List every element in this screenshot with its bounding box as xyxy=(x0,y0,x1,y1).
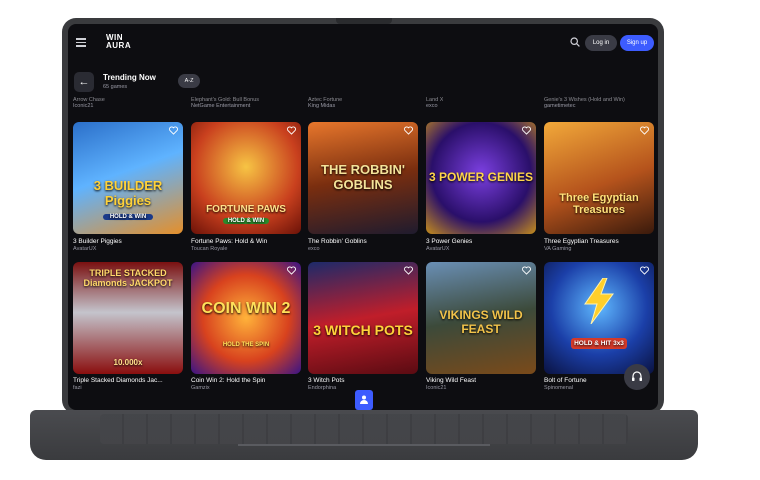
game-provider: Spinomenal xyxy=(544,385,574,391)
game-provider: exco xyxy=(308,246,320,252)
game-name[interactable]: 3 Builder Piggies xyxy=(73,238,185,245)
game-provider: AvatarUX xyxy=(73,246,97,252)
game-tile[interactable]: FORTUNE PAWS HOLD & WIN xyxy=(191,122,301,234)
game-provider: VA Gaming xyxy=(544,246,572,252)
game-name[interactable]: Coin Win 2: Hold the Spin xyxy=(191,377,303,384)
game-provider: Gamzix xyxy=(191,385,210,391)
game-art-title: 3 BUILDER Piggies xyxy=(93,178,163,208)
game-tile[interactable]: 3 POWER GENIES xyxy=(426,122,536,234)
heart-icon[interactable] xyxy=(404,266,413,275)
heart-icon[interactable] xyxy=(640,126,649,135)
camera-notch xyxy=(336,18,392,24)
game-art-badge: HOLD & WIN xyxy=(223,218,269,224)
signup-button[interactable]: Sign up xyxy=(620,35,654,51)
heart-icon[interactable] xyxy=(522,126,531,135)
heart-icon[interactable] xyxy=(404,126,413,135)
heart-icon[interactable] xyxy=(522,266,531,275)
game-provider: King Midas xyxy=(308,103,336,109)
game-name: Elephant's Gold: Bull Bonus xyxy=(191,97,260,103)
heart-icon[interactable] xyxy=(169,126,178,135)
game-name: Aztec Fortune xyxy=(308,97,343,103)
section-title: Trending Now xyxy=(103,73,156,82)
game-art-title: TRIPLE STACKED Diamonds JACKPOT xyxy=(83,268,173,288)
menu-icon[interactable] xyxy=(76,38,86,47)
game-name: Land X xyxy=(426,97,444,103)
sort-az-button[interactable]: A-Z xyxy=(178,74,200,88)
game-name[interactable]: 3 Power Genies xyxy=(426,238,538,245)
game-tile[interactable]: THE ROBBIN' GOBLINS xyxy=(308,122,418,234)
game-tile[interactable]: 3 BUILDER Piggies HOLD & WIN xyxy=(73,122,183,234)
game-art-title: 3 POWER GENIES xyxy=(428,170,534,184)
back-button[interactable]: ← xyxy=(74,72,94,92)
game-name[interactable]: Fortune Paws: Hold & Win xyxy=(191,238,303,245)
list-item[interactable]: Arrow Chase Iconic21 xyxy=(73,97,105,109)
game-provider: Toucan Royale xyxy=(191,246,228,252)
game-provider: NetGame Entertainment xyxy=(191,103,251,109)
game-art-badge: HOLD THE SPIN xyxy=(222,342,270,348)
game-provider: Iconic21 xyxy=(73,103,94,109)
game-art-badge: 10.000x xyxy=(113,358,143,367)
laptop-keyboard xyxy=(100,414,628,444)
game-name[interactable]: Viking Wild Feast xyxy=(426,377,538,384)
trackpad-edge xyxy=(238,444,490,446)
game-art-title: THE ROBBIN' GOBLINS xyxy=(321,162,405,192)
game-name[interactable]: Three Egyptian Treasures xyxy=(544,238,656,245)
list-item[interactable]: Aztec Fortune King Midas xyxy=(308,97,342,109)
game-provider: fazi xyxy=(73,385,82,391)
game-tile[interactable]: HOLD & HIT 3x3 xyxy=(544,262,654,374)
game-name: Arrow Chase xyxy=(73,97,105,103)
headset-icon xyxy=(632,371,642,381)
game-name[interactable]: The Robbin' Goblins xyxy=(308,238,420,245)
game-tile[interactable]: 3 WITCH POTS xyxy=(308,262,418,374)
game-name[interactable]: 3 Witch Pots xyxy=(308,377,420,384)
top-header: WIN AURA Log in Sign up xyxy=(68,24,658,62)
bottom-nav-profile[interactable] xyxy=(355,390,373,410)
app-screen: WIN AURA Log in Sign up ← Trending Now 6… xyxy=(68,24,658,410)
user-icon xyxy=(360,395,368,404)
game-provider: AvatarUX xyxy=(426,246,450,252)
game-art-title: COIN WIN 2 xyxy=(201,300,291,317)
game-art-badge: HOLD & WIN xyxy=(103,214,153,220)
game-tile[interactable]: Three Egyptian Treasures xyxy=(544,122,654,234)
game-art-title: VIKINGS WILD FEAST xyxy=(439,308,523,336)
game-tile[interactable]: TRIPLE STACKED Diamonds JACKPOT 10.000x xyxy=(73,262,183,374)
game-art-title: 3 WITCH POTS xyxy=(313,322,413,338)
game-name: Genie's 3 Wishes (Hold and Win) xyxy=(544,97,625,103)
list-item[interactable]: Land Xexco xyxy=(426,97,443,109)
heart-icon[interactable] xyxy=(287,266,296,275)
section-count: 65 games xyxy=(103,84,128,90)
game-provider: Endorphina xyxy=(308,385,337,391)
support-button[interactable] xyxy=(624,364,650,390)
game-name[interactable]: Bolt of Fortune xyxy=(544,377,624,384)
logo[interactable]: WIN AURA xyxy=(106,34,131,50)
list-item[interactable]: Elephant's Gold: Bull Bonus NetGame Enter… xyxy=(191,97,259,109)
game-tile[interactable]: VIKINGS WILD FEAST xyxy=(426,262,536,374)
list-item[interactable]: Genie's 3 Wishes (Hold and Win) gametimet… xyxy=(544,97,625,109)
game-art-title: Three Egyptian Treasures xyxy=(559,192,639,216)
logo-line2: AURA xyxy=(106,41,132,50)
heart-icon[interactable] xyxy=(287,126,296,135)
game-name[interactable]: Triple Stacked Diamonds Jac... xyxy=(73,377,185,384)
game-art-title: FORTUNE PAWS xyxy=(206,204,286,215)
heart-icon[interactable] xyxy=(640,266,649,275)
arrow-left-icon: ← xyxy=(78,76,90,88)
search-icon[interactable] xyxy=(570,37,580,47)
game-provider: Iconic21 xyxy=(426,385,447,391)
game-tile[interactable]: COIN WIN 2 HOLD THE SPIN xyxy=(191,262,301,374)
lightning-bolt-icon xyxy=(584,278,614,324)
game-provider: exco xyxy=(426,103,438,109)
game-art-badge: HOLD & HIT 3x3 xyxy=(571,338,627,349)
game-provider: gametimetec xyxy=(544,103,576,109)
login-button[interactable]: Log in xyxy=(585,35,617,51)
